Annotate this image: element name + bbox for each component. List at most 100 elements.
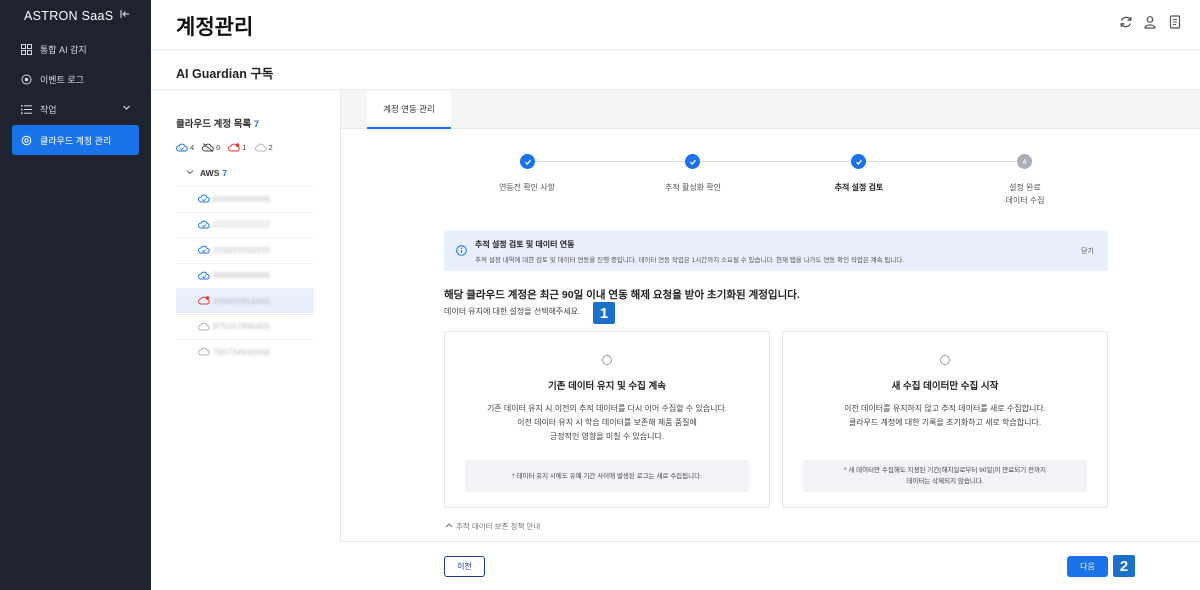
cloud-error-icon xyxy=(198,296,210,305)
option-card-keep-data[interactable]: 기존 데이터 유지 및 수집 계속 기존 데이터 유지 시 이전의 추적 데이터… xyxy=(444,331,770,508)
step-1-check-icon xyxy=(520,154,535,169)
account-id: 888888888888 xyxy=(213,271,270,280)
option-card-new-data[interactable]: 새 수집 데이터만 수집 시작 이전 데이터를 유지하지 않고 추적 데이터를 … xyxy=(782,331,1108,508)
option-radio[interactable] xyxy=(940,355,950,365)
subheader: AI Guardian 구독 xyxy=(151,51,1200,90)
sidebar-item-label: 이벤트 로그 xyxy=(40,74,84,85)
stat-value: 1 xyxy=(242,143,247,152)
info-description: 추적 설정 내역에 대한 검토 및 데이터 연동을 진행 중입니다. 데이터 연… xyxy=(475,257,905,264)
provider-name: AWS xyxy=(200,168,220,178)
option-title: 새 수집 데이터만 수집 시작 xyxy=(891,381,999,392)
sidebar-item-ai-detection[interactable]: 통합 AI 감지 xyxy=(12,34,139,64)
account-list-title: 클라우드 계정 목록 7 xyxy=(176,116,259,130)
step-label: 추적 활성화 확인 xyxy=(665,183,721,192)
account-list-item[interactable]: 975267896405 xyxy=(176,313,314,339)
next-button[interactable]: 다음 xyxy=(1067,556,1108,577)
stepper-connector xyxy=(693,161,859,162)
step-2-check-icon xyxy=(685,154,700,169)
document-icon[interactable] xyxy=(1168,15,1184,31)
account-list-item[interactable]: 222222222222 xyxy=(176,211,314,237)
option-note: * 데이터 유지 시에도 유예 기간 사이에 발생된 로그는 새로 수집됩니다. xyxy=(465,460,749,492)
account-list-item[interactable]: 796734940558 xyxy=(176,339,314,364)
sidebar-item-label: 작업 xyxy=(40,104,57,115)
step-badge: 1 xyxy=(593,302,615,324)
sidebar-item-event-log[interactable]: 이벤트 로그 xyxy=(12,64,139,94)
option-title: 기존 데이터 유지 및 수집 계속 xyxy=(547,381,667,392)
chevron-up-icon xyxy=(445,523,453,528)
sidebar-item-tasks[interactable]: 작업 xyxy=(12,94,139,124)
step-badge: 2 xyxy=(1113,555,1135,577)
cloud-connected-icon xyxy=(198,271,210,279)
collapse-sidebar-icon[interactable] xyxy=(120,9,130,22)
sidebar: ASTRON SaaS 통합 AI 감지 이벤트 로그 작업 클라우드 계정 관… xyxy=(0,0,151,590)
account-list-item[interactable]: 999999999999 xyxy=(176,186,314,211)
stat-idle: 2 xyxy=(254,143,273,152)
account-list-item[interactable]: 439845854969 xyxy=(176,288,314,313)
cloud-disconnected-icon xyxy=(202,143,214,152)
step-label: 설정 완료 데이터 수집 xyxy=(1005,183,1045,205)
sidebar-item-label: 클라우드 계정 관리 xyxy=(40,135,112,146)
retention-policy-link[interactable]: 추적 데이터 보존 정책 안내 xyxy=(445,521,540,532)
stat-disconnected: 0 xyxy=(202,143,220,152)
step-3-check-icon xyxy=(851,154,866,169)
chevron-down-icon[interactable] xyxy=(122,103,131,114)
cloud-idle-icon xyxy=(198,322,210,330)
step-label: 연동전 확인 사항 xyxy=(499,183,555,192)
step-4-number: 4 xyxy=(1017,154,1032,169)
grid-icon xyxy=(20,43,32,55)
stat-value: 0 xyxy=(216,143,221,152)
cloud-connected-icon xyxy=(198,194,210,203)
info-title: 추적 설정 검토 및 데이터 연동 xyxy=(475,240,575,249)
account-status-summary: 4 0 1 2 xyxy=(176,143,281,152)
option-description: 이전 데이터를 유지하지 않고 추적 데이터를 새로 수집합니다. 클라우드 계… xyxy=(844,404,1046,427)
chevron-down-icon xyxy=(186,168,194,178)
account-id: 975267896405 xyxy=(213,322,270,331)
stat-error: 1 xyxy=(228,143,247,152)
cloud-connected-icon xyxy=(176,143,188,152)
provider-count: 7 xyxy=(222,168,228,178)
cloud-idle-icon xyxy=(198,347,210,356)
subscription-title: AI Guardian 구독 xyxy=(176,67,274,81)
page-title: 계정관리 xyxy=(176,16,254,39)
info-close-button[interactable]: 닫기 xyxy=(1081,246,1094,256)
user-icon[interactable] xyxy=(1143,15,1159,31)
account-id: 222222222222 xyxy=(213,220,270,229)
gear-icon xyxy=(20,134,32,146)
eye-icon xyxy=(20,73,32,85)
account-id: 796734940558 xyxy=(213,347,270,357)
list-icon xyxy=(20,103,32,115)
policy-link-label: 추적 데이터 보존 정책 안내 xyxy=(456,522,541,531)
account-id: 439845854969 xyxy=(213,296,270,306)
account-id: 999999999999 xyxy=(213,194,270,204)
account-id: 333333333333 xyxy=(213,245,270,255)
account-count: 7 xyxy=(253,119,260,130)
tab-account-integration[interactable]: 계정 연동 관리 xyxy=(367,91,451,129)
info-icon xyxy=(456,243,467,261)
stat-value: 2 xyxy=(268,143,273,152)
question-subtitle: 데이터 유지에 대한 설정을 선택해주세요. xyxy=(444,307,581,316)
sidebar-item-cloud-accounts[interactable]: 클라우드 계정 관리 xyxy=(12,125,139,155)
option-note: * 새 데이터만 수집해도 지정된 기간(해지일로부터 90일)이 만료되기 전… xyxy=(803,460,1087,492)
stepper-connector xyxy=(859,161,1025,162)
stepper-connector xyxy=(527,161,693,162)
stat-connected: 4 xyxy=(176,143,194,152)
info-banner: 추적 설정 검토 및 데이터 연동 추적 설정 내역에 대한 검토 및 데이터 … xyxy=(444,230,1108,271)
brand-logo: ASTRON SaaS xyxy=(24,9,114,23)
step-label-current: 추적 설정 검토 xyxy=(834,183,884,192)
cloud-error-icon xyxy=(228,143,241,152)
refresh-icon[interactable] xyxy=(1119,15,1135,31)
account-list-label: 클라우드 계정 목록 xyxy=(176,119,252,130)
stat-value: 4 xyxy=(190,143,195,152)
page-header: 계정관리 xyxy=(151,0,1200,50)
question-title: 해당 클라우드 계정은 최근 90일 이내 연동 해제 요청을 받아 초기화된 … xyxy=(444,289,800,301)
sidebar-item-label: 통합 AI 감지 xyxy=(40,44,87,55)
account-list-item[interactable]: 333333333333 xyxy=(176,237,314,262)
option-description: 기존 데이터 유지 시 이전의 추적 데이터를 다시 이어 수집할 수 있습니다… xyxy=(486,404,728,441)
account-list-item[interactable]: 888888888888 xyxy=(176,262,314,288)
provider-aws-toggle[interactable]: AWS 7 xyxy=(186,168,227,178)
prev-button[interactable]: 이전 xyxy=(444,556,485,577)
cloud-idle-icon xyxy=(254,143,267,152)
option-radio[interactable] xyxy=(602,355,612,365)
cloud-connected-icon xyxy=(198,245,210,254)
cloud-connected-icon xyxy=(198,220,210,228)
